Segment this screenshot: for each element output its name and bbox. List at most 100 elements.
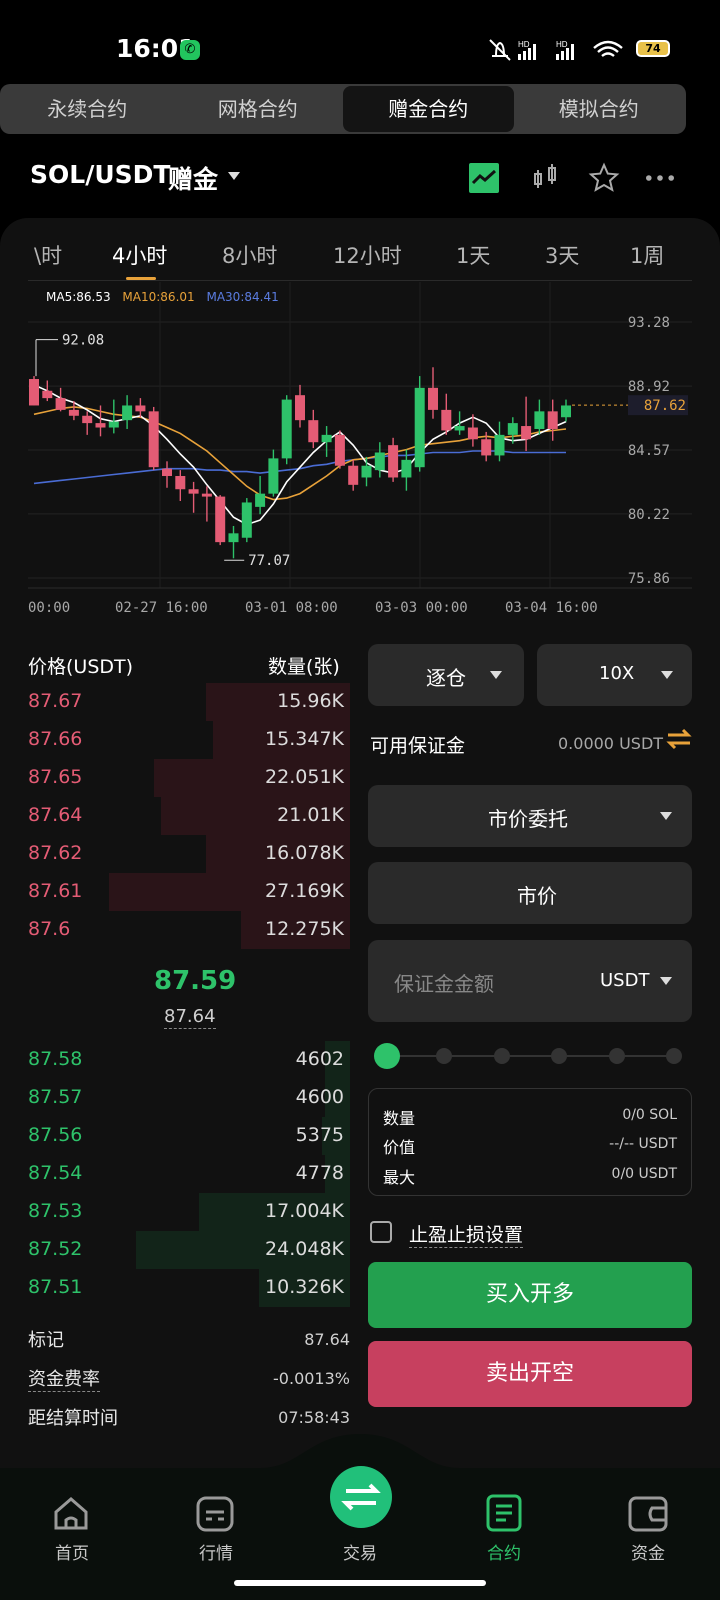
ask-row[interactable]: 87.67 15.96K: [0, 683, 350, 721]
pair-selector[interactable]: SOL/USDT: [30, 160, 170, 189]
pair-mode-label[interactable]: 赠金: [168, 160, 218, 196]
interval-tab-1h[interactable]: \时: [34, 240, 62, 270]
bid-quantity: 10.326K: [265, 1276, 344, 1298]
margin-amount-placeholder: 保证金金额: [394, 972, 494, 996]
bid-row[interactable]: 87.58 4602: [0, 1041, 350, 1079]
candlestick-chart[interactable]: 93.28 88.92 84.57 80.22 75.86 00:00 02-27 16:0…: [0, 282, 720, 622]
tab-demo[interactable]: 模拟合约: [514, 86, 685, 132]
quantity-label: 数量: [383, 1109, 416, 1128]
bid-row[interactable]: 87.57 4600: [0, 1079, 350, 1117]
price-field[interactable]: 市价: [368, 862, 692, 924]
market-icon[interactable]: [196, 1496, 234, 1532]
bid-price: 87.53: [28, 1200, 83, 1222]
candlestick-icon[interactable]: [530, 162, 562, 194]
more-icon[interactable]: [644, 162, 676, 194]
buy-long-button[interactable]: 买入开多: [368, 1262, 692, 1328]
slider-step-80[interactable]: [609, 1048, 625, 1064]
bid-quantity: 24.048K: [265, 1238, 344, 1260]
slider-step-20[interactable]: [436, 1048, 452, 1064]
nav-market-label[interactable]: 行情: [166, 1539, 266, 1564]
margin-amount-input[interactable]: 保证金金额 USDT: [368, 940, 692, 1022]
candle-body: [348, 465, 359, 485]
low-price-label: 77.07: [248, 553, 290, 569]
bid-row[interactable]: 87.52 24.048K: [0, 1231, 350, 1269]
candle-body: [507, 423, 518, 435]
tab-perpetual[interactable]: 永续合约: [2, 86, 173, 132]
amount-slider-track[interactable]: [386, 1055, 670, 1057]
interval-tab-8h[interactable]: 8小时: [222, 240, 277, 270]
x-tick-label: 03-04 16:00: [505, 600, 598, 616]
bid-price: 87.52: [28, 1238, 83, 1260]
candle-body: [201, 493, 212, 497]
star-icon[interactable]: [588, 162, 620, 194]
leverage-select[interactable]: 10X: [537, 644, 692, 706]
slider-step-40[interactable]: [494, 1048, 510, 1064]
interval-tab-12h[interactable]: 12小时: [333, 240, 402, 270]
chevron-down-icon[interactable]: [228, 172, 240, 180]
funding-rate-label[interactable]: 资金费率: [28, 1365, 100, 1392]
slider-step-100[interactable]: [666, 1048, 682, 1064]
orderbook-price-header: 价格(USDT): [28, 656, 134, 678]
candle-body: [481, 439, 492, 456]
nav-funds-label[interactable]: 资金: [598, 1539, 698, 1564]
mark-label: 标记: [28, 1330, 64, 1351]
ask-row[interactable]: 87.64 21.01K: [0, 797, 350, 835]
nav-trade-label[interactable]: 交易: [310, 1539, 410, 1564]
ask-price: 87.62: [28, 842, 83, 864]
ask-row[interactable]: 87.6 12.275K: [0, 911, 350, 949]
nav-home-label[interactable]: 首页: [22, 1539, 122, 1564]
status-bar: 16:01 ✆ HD HD 74: [0, 0, 720, 80]
interval-tab-3d[interactable]: 3天: [545, 240, 579, 270]
interval-tab-1d[interactable]: 1天: [456, 240, 490, 270]
tab-grid[interactable]: 网格合约: [173, 86, 344, 132]
call-icon: ✆: [180, 40, 200, 60]
margin-mode-select[interactable]: 逐仓: [368, 644, 524, 706]
bid-quantity: 4600: [295, 1086, 344, 1108]
candle-body: [55, 398, 66, 410]
candle-body: [334, 434, 345, 466]
bid-row[interactable]: 87.53 17.004K: [0, 1193, 350, 1231]
trade-button[interactable]: [330, 1466, 392, 1528]
bid-row[interactable]: 87.51 10.326K: [0, 1269, 350, 1307]
ask-row[interactable]: 87.62 16.078K: [0, 835, 350, 873]
ask-price: 87.67: [28, 690, 83, 712]
chevron-down-icon: [661, 671, 673, 679]
ask-row[interactable]: 87.65 22.051K: [0, 759, 350, 797]
bid-row[interactable]: 87.56 5375: [0, 1117, 350, 1155]
tpsl-label[interactable]: 止盈止损设置: [409, 1220, 524, 1248]
ask-row[interactable]: 87.61 27.169K: [0, 873, 350, 911]
tab-bonus[interactable]: 赠金合约: [343, 86, 514, 132]
candle-body: [388, 445, 399, 478]
wallet-icon[interactable]: [628, 1496, 668, 1532]
funding-rate-value: -0.0013%: [273, 1369, 350, 1388]
chevron-down-icon[interactable]: [660, 977, 672, 985]
candle-body: [454, 426, 465, 431]
order-info-box: 数量 0/0 SOL 价值 --/-- USDT 最大 0/0 USDT: [368, 1088, 692, 1196]
bid-row[interactable]: 87.54 4778: [0, 1155, 350, 1193]
nav-contract-label[interactable]: 合约: [454, 1539, 554, 1564]
candle-body: [361, 465, 372, 478]
mark-price[interactable]: 87.64: [164, 1006, 216, 1029]
transfer-icon[interactable]: [666, 728, 692, 750]
ask-row[interactable]: 87.66 15.347K: [0, 721, 350, 759]
amount-unit-select[interactable]: USDT: [600, 970, 649, 991]
slider-step-60[interactable]: [551, 1048, 567, 1064]
interval-tab-4h[interactable]: 4小时: [112, 240, 167, 270]
ask-price: 87.66: [28, 728, 83, 750]
order-type-select[interactable]: 市价委托: [368, 785, 692, 847]
chevron-down-icon: [660, 812, 672, 820]
line-chart-toggle-icon[interactable]: [468, 162, 500, 194]
value-label: 价值: [383, 1138, 416, 1157]
tpsl-checkbox[interactable]: [370, 1221, 392, 1243]
ask-quantity: 15.347K: [265, 728, 344, 750]
interval-tab-1w[interactable]: 1周: [630, 240, 664, 270]
y-tick-label: 80.22: [628, 507, 670, 523]
candle-body: [268, 458, 279, 494]
candle-body: [467, 427, 478, 440]
sell-short-button[interactable]: 卖出开空: [368, 1341, 692, 1407]
ask-quantity: 22.051K: [265, 766, 344, 788]
home-icon[interactable]: [52, 1494, 90, 1532]
home-indicator: [234, 1580, 486, 1586]
contract-icon[interactable]: [486, 1494, 522, 1532]
slider-handle[interactable]: [374, 1043, 400, 1069]
